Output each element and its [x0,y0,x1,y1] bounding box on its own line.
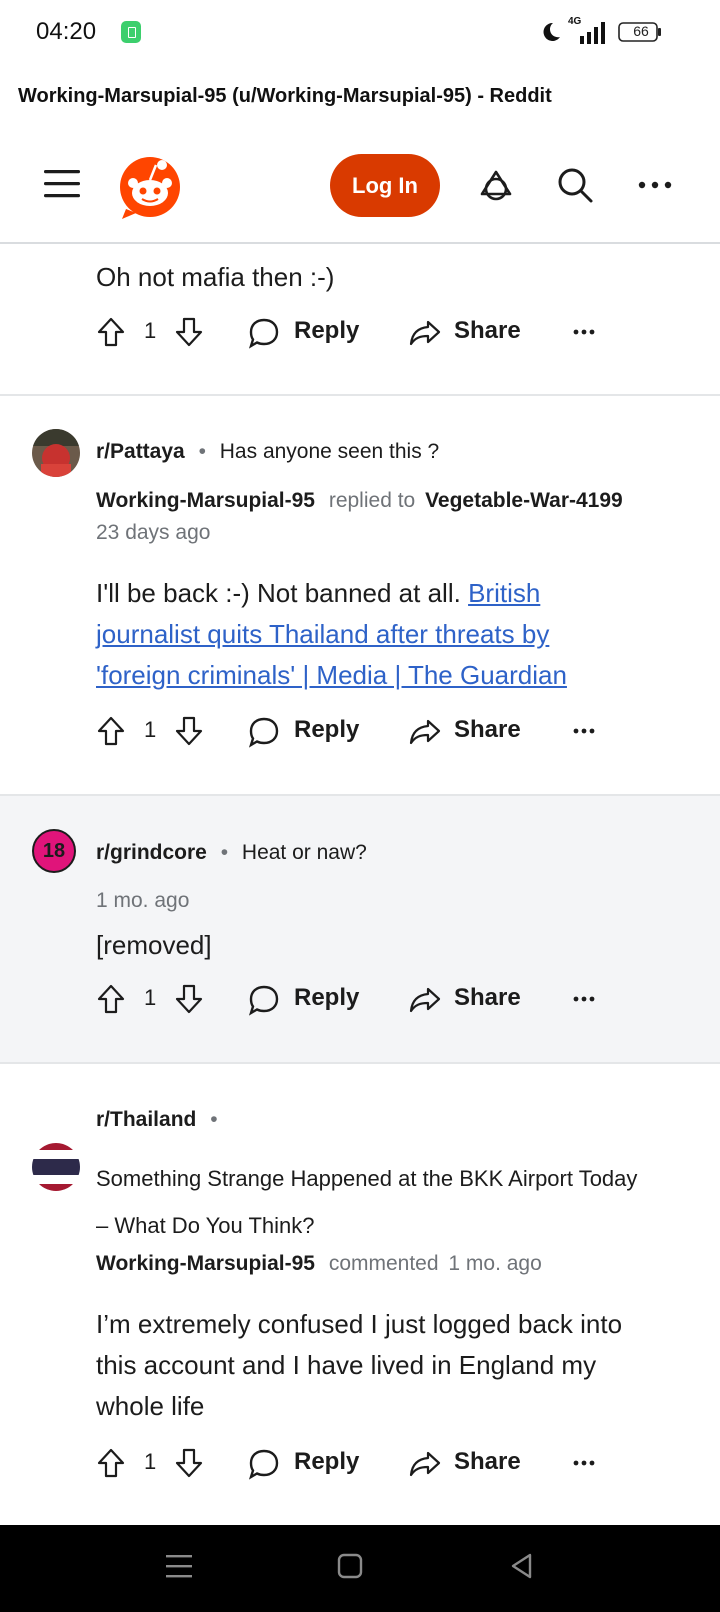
more-icon[interactable] [636,170,674,200]
comment-body: Oh not mafia then :-) [96,262,335,292]
upvote-icon[interactable] [96,715,126,747]
page-title: Working-Marsupial-95 (u/Working-Marsupia… [18,85,552,107]
separator-dot: • [198,440,206,463]
status-bar: 04:20 4G 66 [0,0,720,62]
reply-icon[interactable] [248,1448,280,1480]
post-context: r/Thailand • [96,1108,218,1132]
login-button[interactable]: Log In [330,154,440,217]
comment-actions: 1 Reply Share [96,314,616,350]
separator-dot: • [210,1108,218,1131]
share-icon[interactable] [408,718,442,746]
vote-count: 1 [144,717,157,742]
comment-body: [removed] [96,930,212,960]
author-link[interactable]: Working-Marsupial-95 [96,489,315,512]
downvote-icon[interactable] [174,1447,204,1479]
nav-menu-icon[interactable] [164,1552,194,1580]
author-link[interactable]: Working-Marsupial-95 [96,1252,315,1275]
downvote-icon[interactable] [174,715,204,747]
downvote-icon[interactable] [174,983,204,1015]
ads-icon[interactable] [476,168,516,204]
reply-action-text: replied to [328,489,416,512]
comment-meta: Working-Marsupial-95 commented 1 mo. ago [96,1252,542,1276]
comment-more-icon[interactable] [572,727,596,735]
post-title-line: Something Strange Happened at the BKK Ai… [96,1166,638,1191]
vote-count: 1 [144,985,157,1010]
reply-icon[interactable] [248,716,280,748]
comment-text: I'll be back :-) Not banned at all. [96,578,469,608]
comment-more-icon[interactable] [572,1459,596,1467]
signal-icon [580,22,605,44]
search-icon[interactable] [556,166,594,204]
upvote-icon[interactable] [96,1447,126,1479]
upvote-icon[interactable] [96,316,126,348]
comment-time: 23 days ago [96,521,211,544]
post-title-line: – What Do You Think? [96,1213,315,1238]
comment-more-icon[interactable] [572,995,596,1003]
vote-count: 1 [144,1449,157,1474]
subreddit-link[interactable]: r/grindcore [96,841,207,864]
reply-button[interactable]: Reply [294,716,359,744]
reply-target-link[interactable]: Vegetable-War-4199 [425,489,623,512]
post-title[interactable]: Heat or naw? [242,841,367,864]
subreddit-avatar[interactable] [31,428,81,478]
battery-level: 66 [633,23,649,39]
subreddit-avatar[interactable] [31,1142,81,1192]
guardian-link-cont[interactable]: 'foreign criminals' | Media | The Guardi… [96,660,567,690]
comment-text-line: this account and I have lived in England… [96,1350,597,1380]
comment-time: 1 mo. ago [96,889,190,912]
comment-actions: 1 Reply Share [96,981,616,1017]
share-icon[interactable] [408,986,442,1014]
share-button[interactable]: Share [454,317,521,345]
comment-body: I'll be back :-) Not banned at all. Brit… [96,573,567,696]
post-title[interactable]: Something Strange Happened at the BKK Ai… [96,1155,637,1249]
subreddit-link[interactable]: r/Pattaya [96,440,185,463]
system-nav-bar [0,1525,720,1612]
share-icon[interactable] [408,319,442,347]
share-button[interactable]: Share [454,984,521,1012]
reddit-logo[interactable] [118,153,186,221]
post-title[interactable]: Has anyone seen this ? [220,440,439,463]
reply-icon[interactable] [248,984,280,1016]
comment-time: 1 mo. ago [448,1252,542,1275]
post-context: r/grindcore • Heat or naw? [96,841,367,865]
moon-icon [543,22,560,41]
comment-meta: Working-Marsupial-95 replied to Vegetabl… [96,489,623,513]
menu-icon[interactable] [42,166,82,202]
header-divider [0,242,720,244]
comment-action-text: commented [328,1252,439,1275]
subreddit-link[interactable]: r/Thailand [96,1108,196,1131]
comment-divider [0,394,720,396]
comment-body: I’m extremely confused I just logged bac… [96,1304,622,1427]
comment-actions: 1 Reply Share [96,1445,616,1481]
nav-home-icon[interactable] [336,1552,364,1580]
status-time: 04:20 [36,18,97,45]
upvote-icon[interactable] [96,983,126,1015]
share-button[interactable]: Share [454,1448,521,1476]
reply-button[interactable]: Reply [294,984,359,1012]
reply-button[interactable]: Reply [294,1448,359,1476]
comment-text-line: I’m extremely confused I just logged bac… [96,1309,623,1339]
comment-divider [0,1062,720,1064]
nav-back-icon[interactable] [508,1552,536,1580]
app-notification-icon [121,21,141,43]
comment-actions: 1 Reply Share [96,713,616,749]
reply-button[interactable]: Reply [294,317,359,345]
comment-text-line: whole life [96,1391,205,1421]
guardian-link[interactable]: British [468,578,540,608]
share-button[interactable]: Share [454,716,521,744]
subreddit-avatar[interactable]: 18 [32,829,76,873]
share-icon[interactable] [408,1450,442,1478]
downvote-icon[interactable] [174,316,204,348]
guardian-link-cont[interactable]: journalist quits Thailand after threats … [96,619,549,649]
reply-icon[interactable] [248,317,280,349]
vote-count: 1 [144,318,157,343]
comment-more-icon[interactable] [572,328,596,336]
separator-dot: • [220,841,229,864]
post-context: r/Pattaya • Has anyone seen this ? [96,440,439,464]
